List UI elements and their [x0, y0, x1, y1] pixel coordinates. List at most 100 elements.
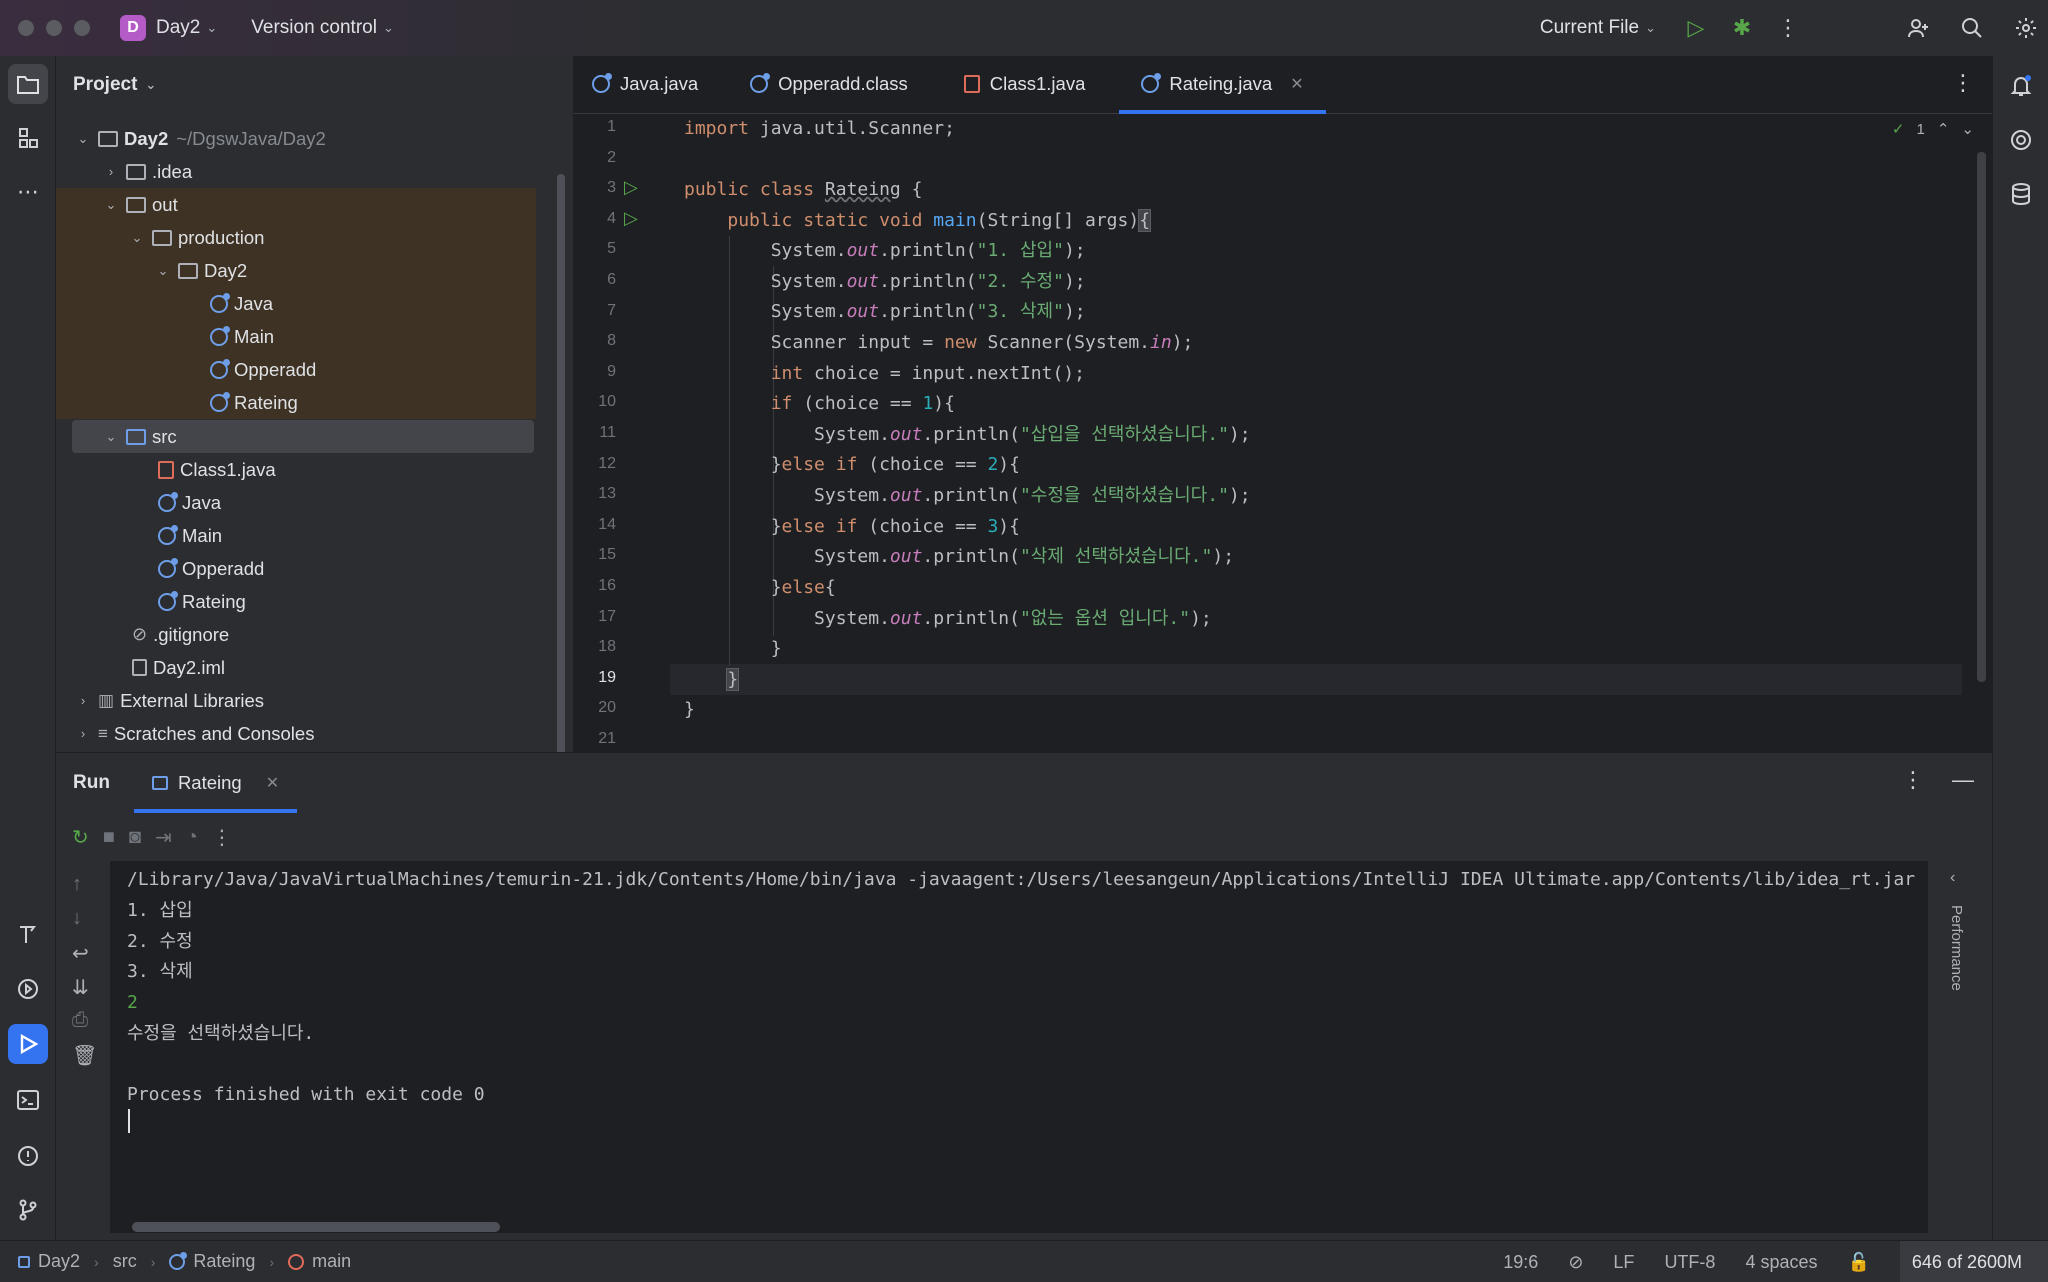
lock-icon[interactable]: 🔓	[1847, 1252, 1869, 1273]
tab-java-java[interactable]: Java.java	[574, 55, 720, 113]
more-tools-icon[interactable]: ⋯	[8, 172, 48, 212]
run-config-selector[interactable]: Current File ⌄	[1540, 17, 1656, 39]
code-area[interactable]: import java.util.Scanner; public class R…	[670, 114, 1962, 752]
project-badge[interactable]: D	[120, 15, 146, 41]
console-horizontal-scrollbar[interactable]	[132, 1222, 500, 1232]
console-side-toolbar: ↑ ↓ ↩ ⇊ ⎙ 🗑	[56, 861, 110, 1241]
project-selector[interactable]: Day2 ⌄	[156, 17, 217, 39]
tree-item-gitignore[interactable]: ⊘ .gitignore	[56, 618, 536, 651]
add-user-icon[interactable]	[1898, 8, 1938, 48]
tree-root[interactable]: ⌄ Day2 ~/DgswJava/Day2	[56, 122, 536, 155]
tab-opperadd-class[interactable]: Opperadd.class	[720, 55, 930, 113]
arrow-down-icon[interactable]: ↓	[72, 907, 82, 930]
close-window-button[interactable]	[18, 20, 34, 36]
ai-completion-icon[interactable]: ⊘	[1568, 1252, 1583, 1273]
memory-indicator[interactable]: 646 of 2600M	[1899, 1241, 2048, 1282]
tree-item-day2-out[interactable]: ⌄ Day2	[56, 254, 536, 287]
breadcrumb-item[interactable]: Day2	[38, 1251, 80, 1272]
print-icon[interactable]: ⎙	[72, 1009, 88, 1032]
maximize-window-button[interactable]	[74, 20, 90, 36]
chevron-down-icon[interactable]: ⌄	[130, 230, 144, 246]
close-tab-icon[interactable]: ✕	[266, 773, 279, 793]
tree-item-out[interactable]: ⌄ out	[56, 188, 536, 221]
more-actions-icon[interactable]: ⋮	[212, 825, 232, 850]
chevron-right-icon[interactable]: ›	[104, 164, 118, 179]
problems-tool-icon[interactable]	[8, 1136, 48, 1176]
exit-icon[interactable]: ⇥	[155, 825, 172, 850]
chevron-down-icon[interactable]: ⌄	[76, 131, 90, 147]
run-gutter-icon[interactable]: ▷	[624, 208, 638, 229]
chevron-right-icon[interactable]: ›	[76, 726, 90, 741]
tree-item-rateing-class[interactable]: Rateing	[56, 386, 536, 419]
tree-item-opperadd-class[interactable]: Opperadd	[56, 353, 536, 386]
indent-setting[interactable]: 4 spaces	[1745, 1252, 1817, 1273]
tabs-menu-icon[interactable]: ⋮	[1952, 70, 1974, 96]
scroll-to-end-icon[interactable]: ⇊	[72, 975, 89, 1000]
more-options-icon[interactable]: ⋮	[1902, 767, 1924, 793]
run-gutter-icon[interactable]: ▷	[624, 177, 638, 198]
tree-item-opperadd-src[interactable]: Opperadd	[56, 552, 536, 585]
tree-item-rateing-src[interactable]: Rateing	[56, 585, 536, 618]
console-output[interactable]: /Library/Java/JavaVirtualMachines/temuri…	[110, 861, 1928, 1233]
build-tool-icon[interactable]	[8, 914, 48, 954]
tab-class1-java[interactable]: Class1.java	[930, 55, 1108, 113]
code-line: System.out.println("1. 삽입");	[684, 236, 1086, 266]
chevron-down-icon[interactable]: ⌄	[1961, 120, 1974, 138]
breadcrumb-item[interactable]: src	[113, 1251, 137, 1272]
tree-item-external-libraries[interactable]: › ▥ External Libraries	[56, 684, 536, 717]
file-encoding[interactable]: UTF-8	[1664, 1252, 1715, 1273]
tree-item-java-class[interactable]: Java	[56, 287, 536, 320]
performance-side-panel[interactable]: ‹ Performance	[1928, 861, 1992, 1241]
editor-scrollbar[interactable]	[1977, 152, 1986, 682]
ai-assistant-icon[interactable]	[2001, 120, 2041, 160]
caret-position[interactable]: 19:6	[1503, 1252, 1538, 1273]
chevron-down-icon[interactable]: ⌄	[104, 197, 118, 213]
close-tab-icon[interactable]: ✕	[1290, 74, 1303, 94]
tree-item-src[interactable]: ⌄ src	[72, 420, 534, 453]
project-tool-icon[interactable]	[8, 64, 48, 104]
services-tool-icon[interactable]	[8, 969, 48, 1009]
tree-item-class1-java[interactable]: Class1.java	[56, 453, 536, 486]
settings-icon[interactable]	[2006, 8, 2046, 48]
tree-item-java-src[interactable]: Java	[56, 486, 536, 519]
chevron-left-icon[interactable]: ‹	[1950, 869, 1955, 887]
breadcrumb-item[interactable]: Rateing	[193, 1251, 255, 1272]
project-panel-header[interactable]: Project ⌄	[56, 56, 573, 114]
terminal-tool-icon[interactable]	[8, 1080, 48, 1120]
minimize-window-button[interactable]	[46, 20, 62, 36]
trash-icon[interactable]: 🗑	[72, 1043, 97, 1068]
soft-wrap-icon[interactable]: ↩	[72, 941, 89, 966]
run-tool-icon[interactable]	[8, 1024, 48, 1064]
vcs-menu[interactable]: Version control ⌄	[251, 17, 394, 39]
debug-icon[interactable]: ✱	[1722, 8, 1762, 48]
tree-item-main-src[interactable]: Main	[56, 519, 536, 552]
tree-item-idea[interactable]: › .idea	[56, 155, 536, 188]
profiler-icon[interactable]: ◔	[186, 826, 198, 849]
window-controls[interactable]	[18, 20, 90, 36]
chevron-down-icon[interactable]: ⌄	[104, 429, 118, 445]
run-icon[interactable]: ▷	[1676, 8, 1716, 48]
rerun-icon[interactable]: ↻	[72, 825, 89, 850]
more-actions-icon[interactable]: ⋮	[1768, 8, 1808, 48]
notifications-icon[interactable]	[2001, 66, 2041, 106]
stop-icon[interactable]: ■	[103, 826, 115, 849]
search-icon[interactable]	[1952, 8, 1992, 48]
camera-icon[interactable]: ◙	[129, 826, 141, 849]
project-scrollbar[interactable]	[557, 174, 565, 752]
structure-tool-icon[interactable]	[8, 118, 48, 158]
arrow-up-icon[interactable]: ↑	[72, 873, 82, 896]
tab-rateing-java[interactable]: Rateing.java ✕	[1119, 55, 1326, 114]
line-ending[interactable]: LF	[1613, 1252, 1634, 1273]
database-icon[interactable]	[2001, 174, 2041, 214]
minimize-panel-icon[interactable]: —	[1952, 767, 1974, 793]
tree-item-scratches[interactable]: › ≡ Scratches and Consoles	[56, 717, 536, 750]
tree-item-day2-iml[interactable]: Day2.iml	[56, 651, 536, 684]
git-tool-icon[interactable]	[8, 1190, 48, 1230]
run-tab-rateing[interactable]: Rateing ✕	[133, 753, 298, 813]
breadcrumb-item[interactable]: main	[312, 1251, 351, 1272]
chevron-right-icon[interactable]: ›	[76, 693, 90, 708]
tree-item-main-class[interactable]: Main	[56, 320, 536, 353]
code-token: out	[846, 240, 880, 261]
tree-item-production[interactable]: ⌄ production	[56, 221, 536, 254]
chevron-down-icon[interactable]: ⌄	[156, 263, 170, 279]
